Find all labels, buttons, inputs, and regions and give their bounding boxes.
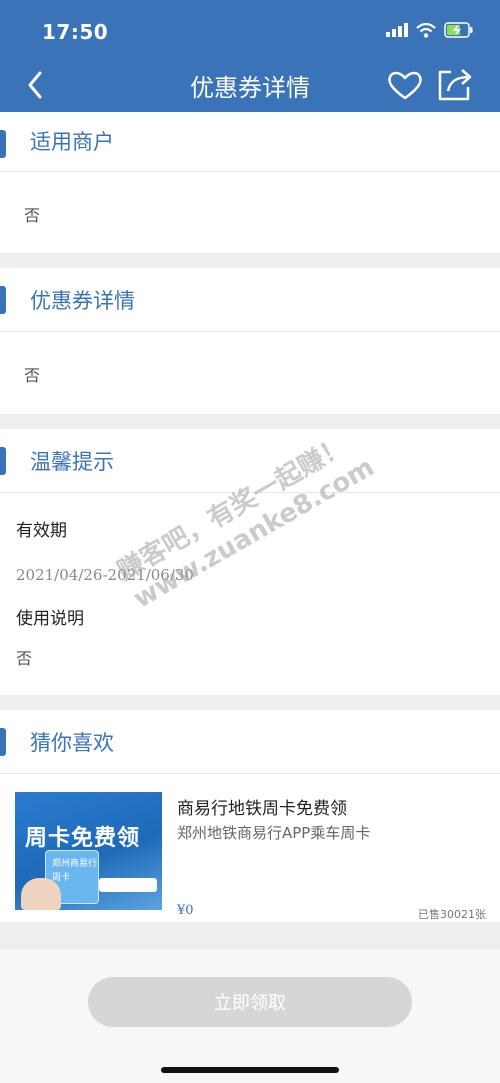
section-accent-bar: [0, 130, 6, 158]
signal-icon: [386, 23, 408, 37]
coupon-value: 否: [24, 366, 41, 385]
product-price: ¥0: [177, 903, 194, 918]
sold-count: 已售30021张: [418, 908, 486, 921]
section-accent-bar: [0, 447, 6, 475]
nav-bar: 优惠券详情: [0, 60, 500, 112]
header: 17:50 优惠券详情: [0, 0, 500, 112]
product-thumbnail[interactable]: 周卡免费领 郑州商易行 周卡: [15, 792, 162, 910]
status-time: 17:50: [42, 20, 109, 44]
coupon-section: 优惠券详情 否: [0, 268, 500, 414]
validity-value: 2021/04/26-2021/06/30: [16, 566, 194, 584]
home-indicator[interactable]: [161, 1067, 339, 1073]
thumbnail-card-text: 郑州商易行 周卡: [52, 859, 98, 883]
claim-button[interactable]: 立即领取: [88, 977, 412, 1027]
share-icon[interactable]: [436, 66, 474, 102]
bottom-bar: 立即领取: [0, 949, 500, 1083]
page-title: 优惠券详情: [190, 74, 310, 102]
section-accent-bar: [0, 286, 6, 314]
hand-graphic: [21, 878, 61, 910]
battery-charging-icon: [444, 22, 473, 38]
status-bar: 17:50: [0, 0, 500, 60]
heart-icon[interactable]: [386, 68, 424, 102]
product-description: 郑州地铁商易行APP乘车周卡: [177, 824, 371, 842]
wifi-icon: [416, 22, 436, 38]
tips-section: 温馨提示 有效期 2021/04/26-2021/06/30 使用说明 否: [0, 429, 500, 695]
section-title-merchant: 适用商户: [30, 130, 114, 154]
thumbnail-title: 周卡免费领: [25, 826, 141, 851]
usage-label: 使用说明: [16, 609, 84, 629]
status-icons: [386, 22, 474, 38]
section-header: 猜你喜欢: [0, 710, 500, 774]
section-header: 适用商户: [0, 112, 500, 172]
section-header: 优惠券详情: [0, 268, 500, 332]
section-header: 温馨提示: [0, 429, 500, 493]
merchant-section: 适用商户 否: [0, 112, 500, 253]
thumbnail-badge: [99, 878, 157, 892]
section-title-coupon: 优惠券详情: [30, 289, 135, 313]
section-accent-bar: [0, 728, 6, 756]
recommend-section: 猜你喜欢 周卡免费领 郑州商易行 周卡 商易行地铁周卡免费领 郑州地铁商易行AP…: [0, 710, 500, 922]
section-title-recommend: 猜你喜欢: [30, 731, 114, 755]
validity-label: 有效期: [16, 521, 67, 541]
merchant-value: 否: [24, 206, 41, 225]
usage-value: 否: [16, 649, 33, 668]
section-title-tips: 温馨提示: [30, 450, 114, 474]
product-name: 商易行地铁周卡免费领: [177, 799, 347, 819]
